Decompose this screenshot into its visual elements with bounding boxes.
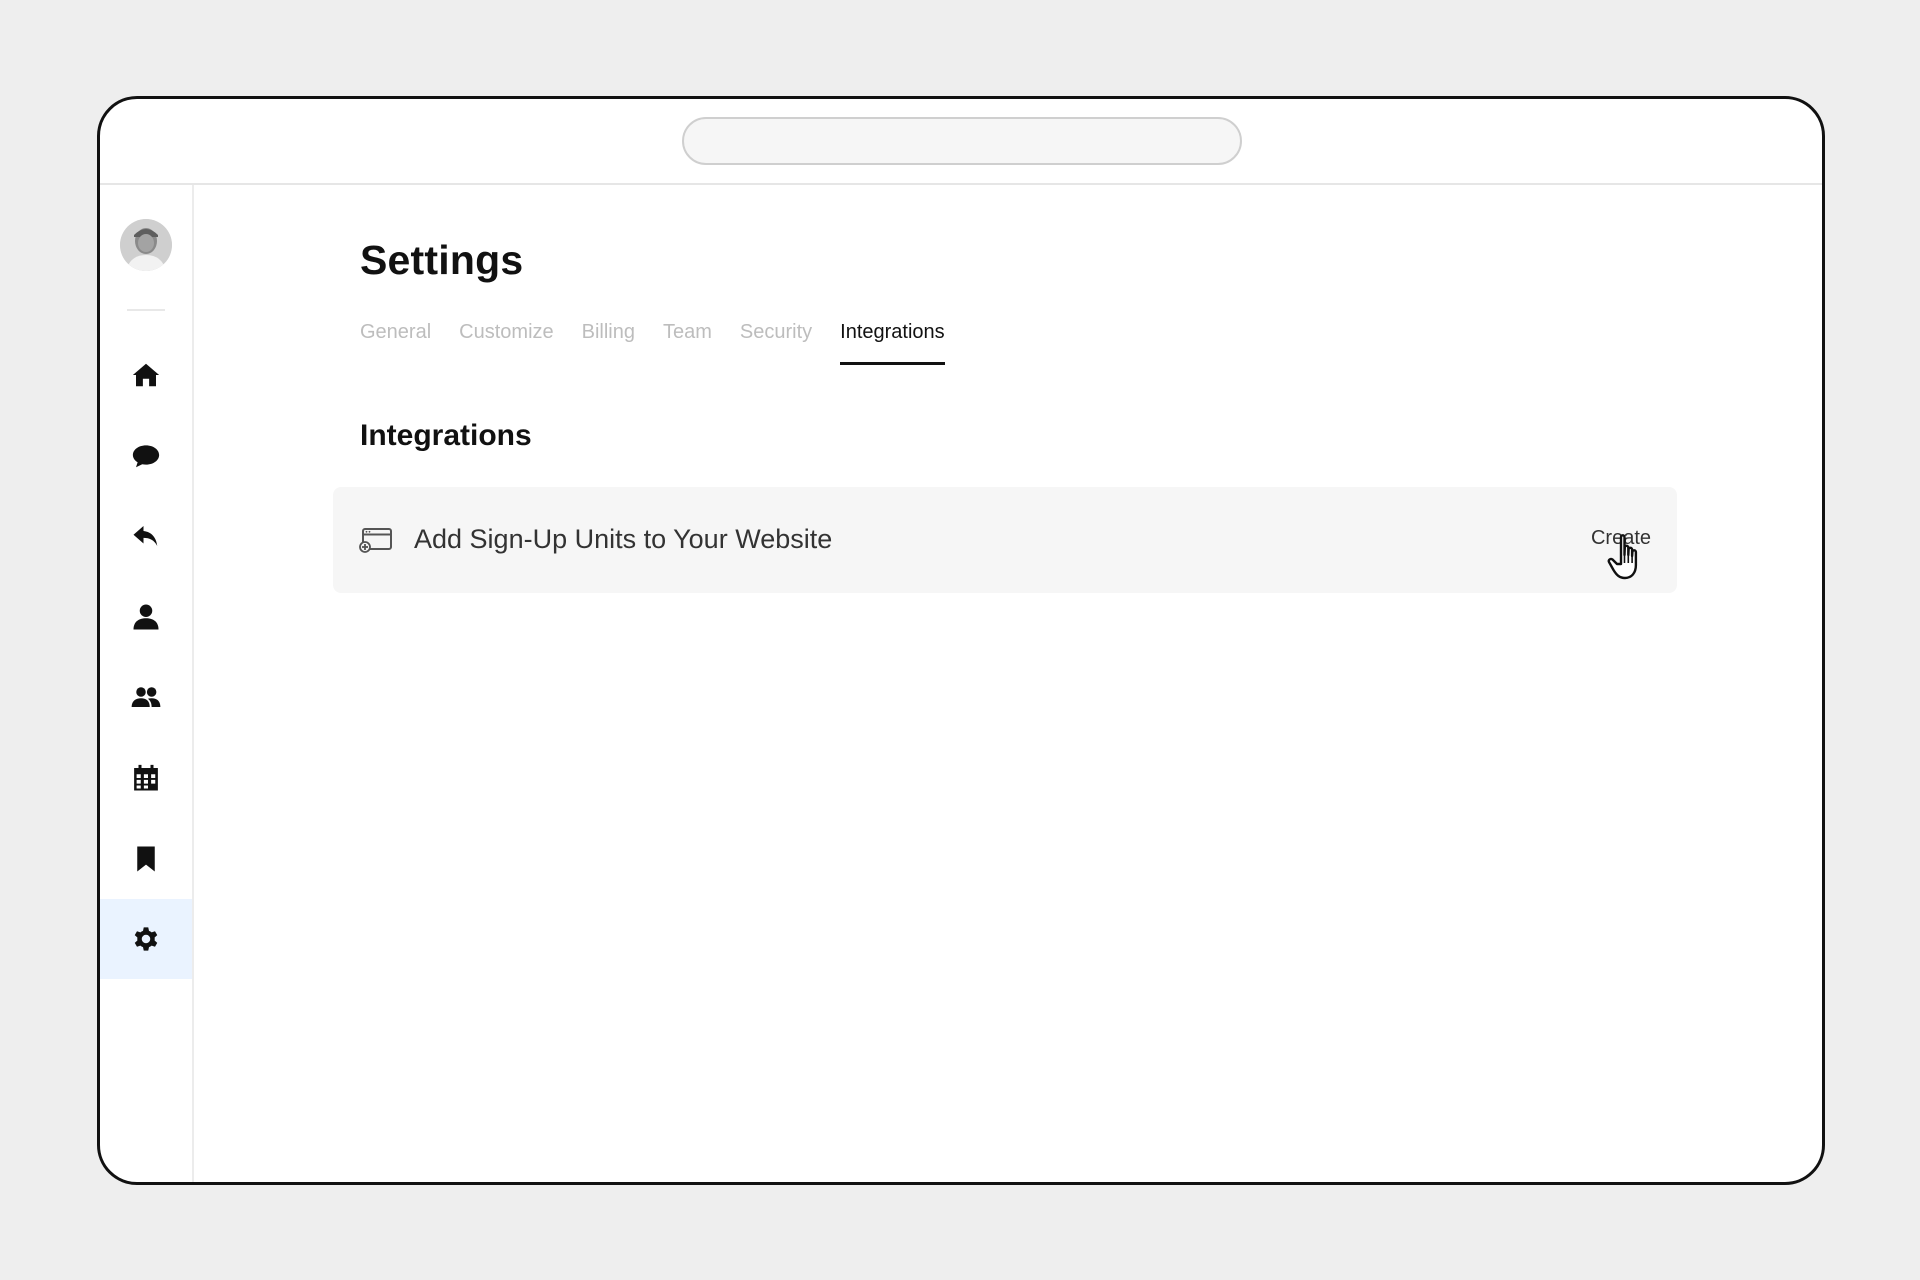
sidebar-item-home[interactable] xyxy=(100,335,192,415)
sidebar-item-messages[interactable] xyxy=(100,416,192,496)
integration-title: Add Sign-Up Units to Your Website xyxy=(414,524,833,554)
main-content: Settings General Customize Billing Team … xyxy=(194,185,1822,1182)
settings-tabs: General Customize Billing Team Security … xyxy=(360,321,945,367)
page-title: Settings xyxy=(360,237,524,283)
browser-window-add-icon xyxy=(359,528,392,553)
app-window: Settings General Customize Billing Team … xyxy=(97,96,1825,1185)
tab-billing[interactable]: Billing xyxy=(582,321,635,365)
sidebar-item-team[interactable] xyxy=(100,657,192,737)
chat-bubble-icon xyxy=(132,445,160,468)
group-icon xyxy=(131,687,161,707)
avatar[interactable] xyxy=(120,219,172,271)
tab-general[interactable]: General xyxy=(360,321,431,365)
tab-customize[interactable]: Customize xyxy=(459,321,553,365)
bookmark-icon xyxy=(137,846,155,872)
gear-icon xyxy=(134,927,158,951)
sidebar-item-calendar[interactable] xyxy=(100,738,192,818)
tab-integrations[interactable]: Integrations xyxy=(840,321,945,365)
sidebar-item-profile[interactable] xyxy=(100,577,192,657)
calendar-icon xyxy=(134,764,158,791)
reply-arrow-icon xyxy=(133,526,158,546)
sidebar-item-replies[interactable] xyxy=(100,496,192,576)
integration-card: Add Sign-Up Units to Your Website Create xyxy=(333,487,1677,593)
sidebar-item-bookmarks[interactable] xyxy=(100,819,192,899)
home-icon xyxy=(132,363,160,387)
sidebar-divider xyxy=(127,309,165,311)
create-button[interactable]: Create xyxy=(1591,527,1651,550)
person-icon xyxy=(133,604,159,630)
sidebar-item-settings[interactable] xyxy=(100,899,192,979)
tab-team[interactable]: Team xyxy=(663,321,712,365)
section-title: Integrations xyxy=(360,419,532,452)
tab-security[interactable]: Security xyxy=(740,321,812,365)
sidebar xyxy=(100,185,194,1182)
top-bar xyxy=(100,99,1822,185)
address-bar[interactable] xyxy=(682,117,1242,165)
